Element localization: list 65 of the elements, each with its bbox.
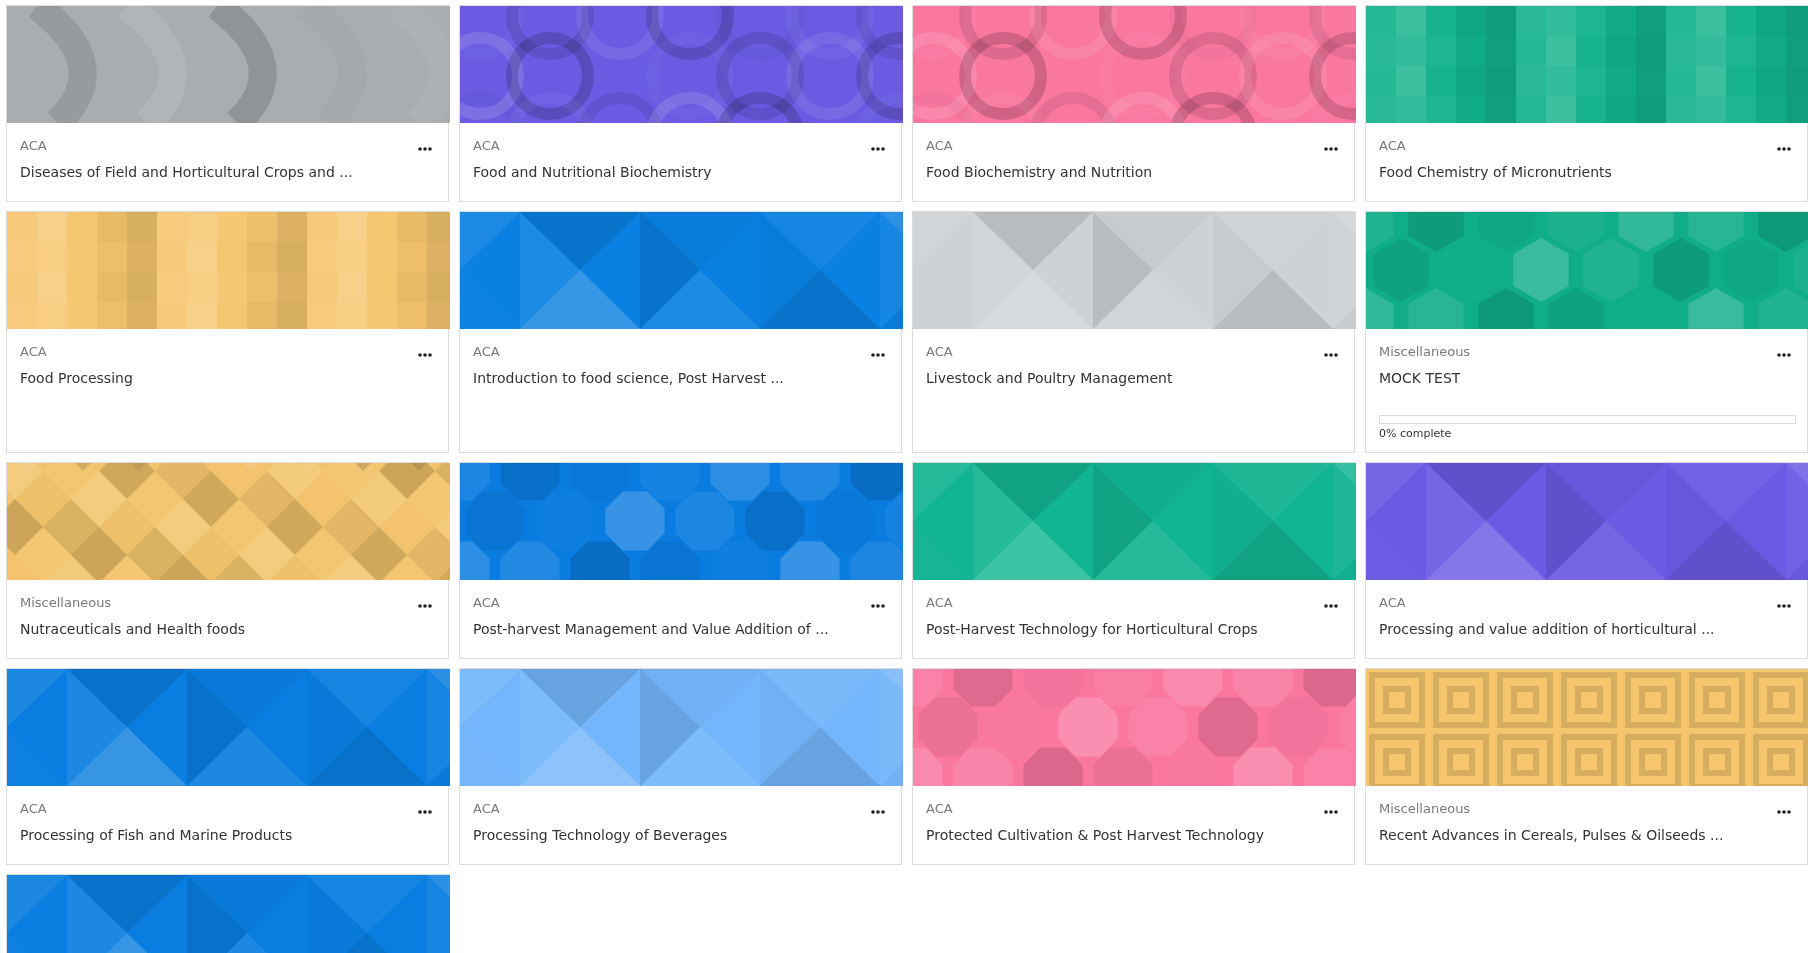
course-title[interactable]: Livestock and Poultry Management xyxy=(926,369,1173,387)
course-title[interactable]: Food Processing xyxy=(20,369,133,387)
progress-label: 0% complete xyxy=(1379,427,1453,440)
course-card[interactable]: Miscellaneous Recent Advances in Cereals, Pulses & Oilseeds ... xyxy=(1365,668,1808,865)
course-title[interactable]: Food Biochemistry and Nutrition xyxy=(926,163,1153,181)
course-card[interactable]: ACA Food Chemistry of Micronutrients xyxy=(1365,5,1808,202)
more-options-icon[interactable] xyxy=(871,810,885,814)
course-category: ACA xyxy=(20,800,47,818)
course-category: ACA xyxy=(473,594,500,612)
more-options-icon[interactable] xyxy=(1324,810,1338,814)
course-card[interactable]: ACA Post-harvest Management and Value Addition of ... xyxy=(459,462,902,659)
course-category: ACA xyxy=(1379,594,1406,612)
more-options-icon[interactable] xyxy=(871,353,885,357)
course-card[interactable]: Miscellaneous MOCK TEST 0% complete xyxy=(1365,211,1808,453)
course-category: ACA xyxy=(926,343,953,361)
course-title[interactable]: Food Chemistry of Micronutrients xyxy=(1379,163,1612,181)
more-options-icon[interactable] xyxy=(871,604,885,608)
more-options-icon[interactable] xyxy=(418,353,432,357)
course-card[interactable]: Miscellaneous Nutraceuticals and Health foods xyxy=(6,462,449,659)
course-title[interactable]: Processing of Fish and Marine Products xyxy=(20,826,293,844)
course-card[interactable]: ACA Processing Technology of Beverages xyxy=(459,668,902,865)
course-title[interactable]: Diseases of Field and Horticultural Crops and ... xyxy=(20,163,353,181)
more-options-icon[interactable] xyxy=(418,810,432,814)
course-card[interactable]: ACA Livestock and Poultry Management xyxy=(912,211,1355,453)
course-title[interactable]: Processing and value addition of horticultural ... xyxy=(1379,620,1715,638)
more-options-icon[interactable] xyxy=(1324,147,1338,151)
course-category: ACA xyxy=(926,137,953,155)
course-category: ACA xyxy=(473,137,500,155)
more-options-icon[interactable] xyxy=(1777,147,1791,151)
course-category: ACA xyxy=(1379,137,1406,155)
course-category: Miscellaneous xyxy=(1379,343,1471,361)
course-category: ACA xyxy=(926,594,953,612)
more-options-icon[interactable] xyxy=(1777,810,1791,814)
more-options-icon[interactable] xyxy=(1777,353,1791,357)
course-card[interactable]: ACA Post-Harvest Technology for Horticultural Crops xyxy=(912,462,1355,659)
course-card[interactable]: ACA Diseases of Field and Horticultural Crops and ... xyxy=(6,5,449,202)
course-title[interactable]: Post-harvest Management and Value Addition of ... xyxy=(473,620,829,638)
course-category: ACA xyxy=(926,800,953,818)
more-options-icon[interactable] xyxy=(418,147,432,151)
more-options-icon[interactable] xyxy=(1324,353,1338,357)
course-title[interactable]: Post-Harvest Technology for Horticultural Crops xyxy=(926,620,1258,638)
more-options-icon[interactable] xyxy=(1324,604,1338,608)
course-title[interactable]: Introduction to food science, Post Harvest ... xyxy=(473,369,784,387)
course-card[interactable]: ACA Food and Nutritional Biochemistry xyxy=(459,5,902,202)
course-title[interactable]: Recent Advances in Cereals, Pulses & Oilseeds ... xyxy=(1379,826,1724,844)
course-category: Miscellaneous xyxy=(1379,800,1471,818)
course-title[interactable]: Food and Nutritional Biochemistry xyxy=(473,163,712,181)
more-options-icon[interactable] xyxy=(1777,604,1791,608)
course-card[interactable]: ACA Introduction to food science, Post Harvest ... xyxy=(459,211,902,453)
course-category: ACA xyxy=(473,800,500,818)
more-options-icon[interactable] xyxy=(418,604,432,608)
course-title[interactable]: MOCK TEST xyxy=(1379,369,1461,387)
course-category: ACA xyxy=(473,343,500,361)
more-options-icon[interactable] xyxy=(871,147,885,151)
course-card[interactable]: ACA Processing of Fish and Marine Products xyxy=(6,668,449,865)
course-card[interactable]: ACA Food Biochemistry and Nutrition xyxy=(912,5,1355,202)
course-card[interactable]: ACA Protected Cultivation & Post Harvest Technology xyxy=(912,668,1355,865)
course-category: Miscellaneous xyxy=(20,594,112,612)
course-category: ACA xyxy=(20,137,47,155)
course-title[interactable]: Processing Technology of Beverages xyxy=(473,826,728,844)
course-card[interactable]: ACA Food Processing xyxy=(6,211,449,453)
course-title[interactable]: Protected Cultivation & Post Harvest Technology xyxy=(926,826,1265,844)
course-category: ACA xyxy=(20,343,47,361)
course-title[interactable]: Nutraceuticals and Health foods xyxy=(20,620,246,638)
course-card[interactable]: ACA Processing and value addition of horticultural ... xyxy=(1365,462,1808,659)
